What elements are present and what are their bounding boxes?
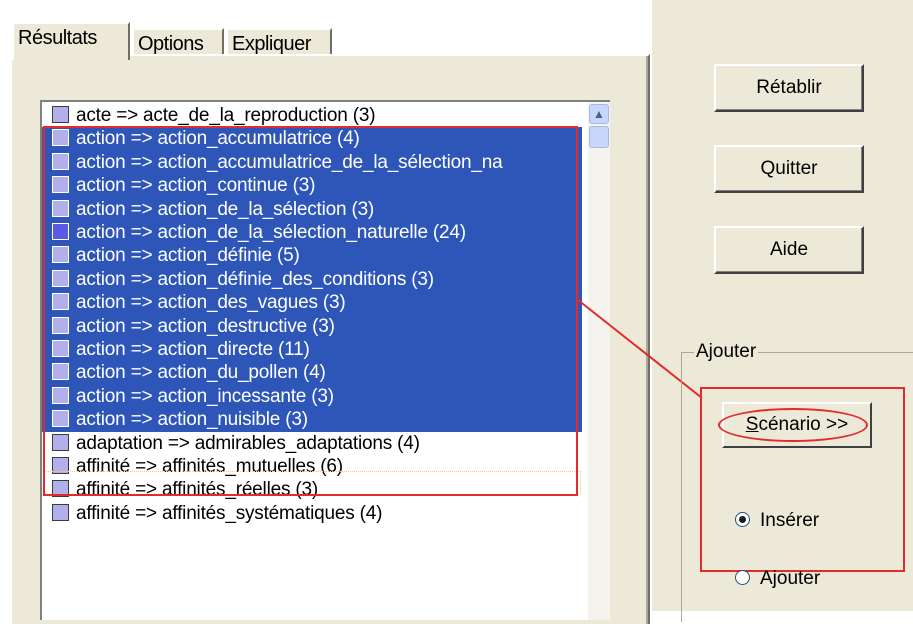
list-item-label: action => action_de_la_sélection_naturel… [76,222,466,243]
list-item-label: action => action_des_vagues (3) [76,292,346,314]
list-item[interactable]: action => action_continue (3) [42,174,582,198]
list-item[interactable]: action => action_nuisible (3) [42,408,582,432]
list-item[interactable]: affinité => affinités_réelles (3) [42,478,582,502]
item-box-icon [52,433,69,451]
item-box-icon [52,106,69,123]
radio-inserer[interactable]: Insérer [735,509,819,533]
item-box-icon [52,223,69,240]
item-box-icon [52,363,69,381]
panel-edge [646,56,648,624]
list-item-label: action => action_accumulatrice (4) [76,128,360,150]
scroll-up-button[interactable]: ▲ [589,104,609,124]
list-item[interactable]: affinité => affinités_systématiques (4) [42,502,582,526]
list-item-label: affinité => affinités_systématiques (4) [76,502,383,524]
list-item[interactable]: action => action_définie_des_conditions … [42,267,582,292]
list-item[interactable]: adaptation => admirables_adaptations (4) [42,432,582,456]
item-box-icon [52,152,69,170]
item-box-icon [52,410,69,428]
item-box-icon [52,386,69,404]
list-item[interactable]: action => action_destructive (3) [42,314,582,339]
tab-expliquer[interactable]: Expliquer [226,28,332,56]
list-item-label: action => action_continue (3) [76,175,316,197]
item-box-icon [52,246,69,264]
list-item-label: action => action_du_pollen (4) [76,362,326,384]
ajouter-group-legend: Ajouter [694,341,759,363]
list-item[interactable]: action => action_accumulatrice_de_la_sél… [42,150,582,175]
list-item-label: action => action_de_la_sélection (3) [76,198,375,220]
item-box-icon [52,340,69,357]
list-item[interactable]: action => action_du_pollen (4) [42,361,582,385]
radio-ajouter[interactable]: Ajouter [735,567,820,591]
list-item[interactable]: action => action_des_vagues (3) [42,291,582,315]
radio-checked-icon [735,512,750,527]
list-item-label: action => action_directe (11) [76,339,310,360]
list-item-label: action => action_définie (5) [76,245,300,267]
item-box-icon [52,176,69,194]
radio-ajouter-label: Ajouter [760,568,821,589]
list-item[interactable]: action => action_définie (5) [42,244,582,268]
list-item-label: action => action_incessante (3) [76,385,334,407]
scenario-button[interactable]: Scénario >> [722,402,872,448]
item-box-icon [52,480,69,498]
list-item-label: adaptation => admirables_adaptations (4) [76,432,420,454]
list-item-label: affinité => affinités_mutuelles (6) [76,456,343,477]
list-item-label: action => action_destructive (3) [76,315,335,337]
results-listbox[interactable]: acte => acte_de_la_reproduction (3) actio… [40,100,610,620]
tab-resultats[interactable]: Résultats [12,22,130,60]
list-item[interactable]: affinité => affinités_mutuelles (6) [42,455,582,479]
item-box-icon [52,199,69,217]
scroll-thumb[interactable] [589,126,609,148]
scenario-mnemonic: S [745,414,759,435]
list-item[interactable]: action => action_directe (11) [42,338,582,362]
item-box-icon [52,269,69,287]
list-item-label: action => action_définie_des_conditions … [76,268,434,290]
item-box-icon [52,293,69,311]
list-item[interactable]: action => action_incessante (3) [42,384,582,409]
scenario-label: cénario >> [758,414,849,435]
list-item[interactable]: acte => acte_de_la_reproduction (3) [42,104,582,128]
list-item[interactable]: action => action_de_la_sélection_naturel… [42,221,582,245]
item-box-icon [52,129,69,147]
retablir-button[interactable]: Rétablir [714,64,864,112]
list-item-label: action => action_accumulatrice_de_la_sél… [76,151,503,173]
list-item-label: acte => acte_de_la_reproduction (3) [76,105,376,126]
aide-button[interactable]: Aide [714,226,864,274]
list-item[interactable]: action => action_accumulatrice (4) [42,127,582,151]
radio-inserer-label: Insérer [760,510,820,531]
item-box-icon [52,503,69,521]
quitter-button[interactable]: Quitter [714,145,864,193]
tab-options[interactable]: Options [132,28,224,56]
vertical-scrollbar[interactable]: ▲ [588,102,610,620]
radio-unchecked-icon [735,570,750,585]
item-box-icon [52,457,69,474]
list-item-label: affinité => affinités_réelles (3) [76,479,318,501]
list-item-label: action => action_nuisible (3) [76,409,308,431]
list-item[interactable]: action => action_de_la_sélection (3) [42,197,582,222]
item-box-icon [52,316,69,334]
